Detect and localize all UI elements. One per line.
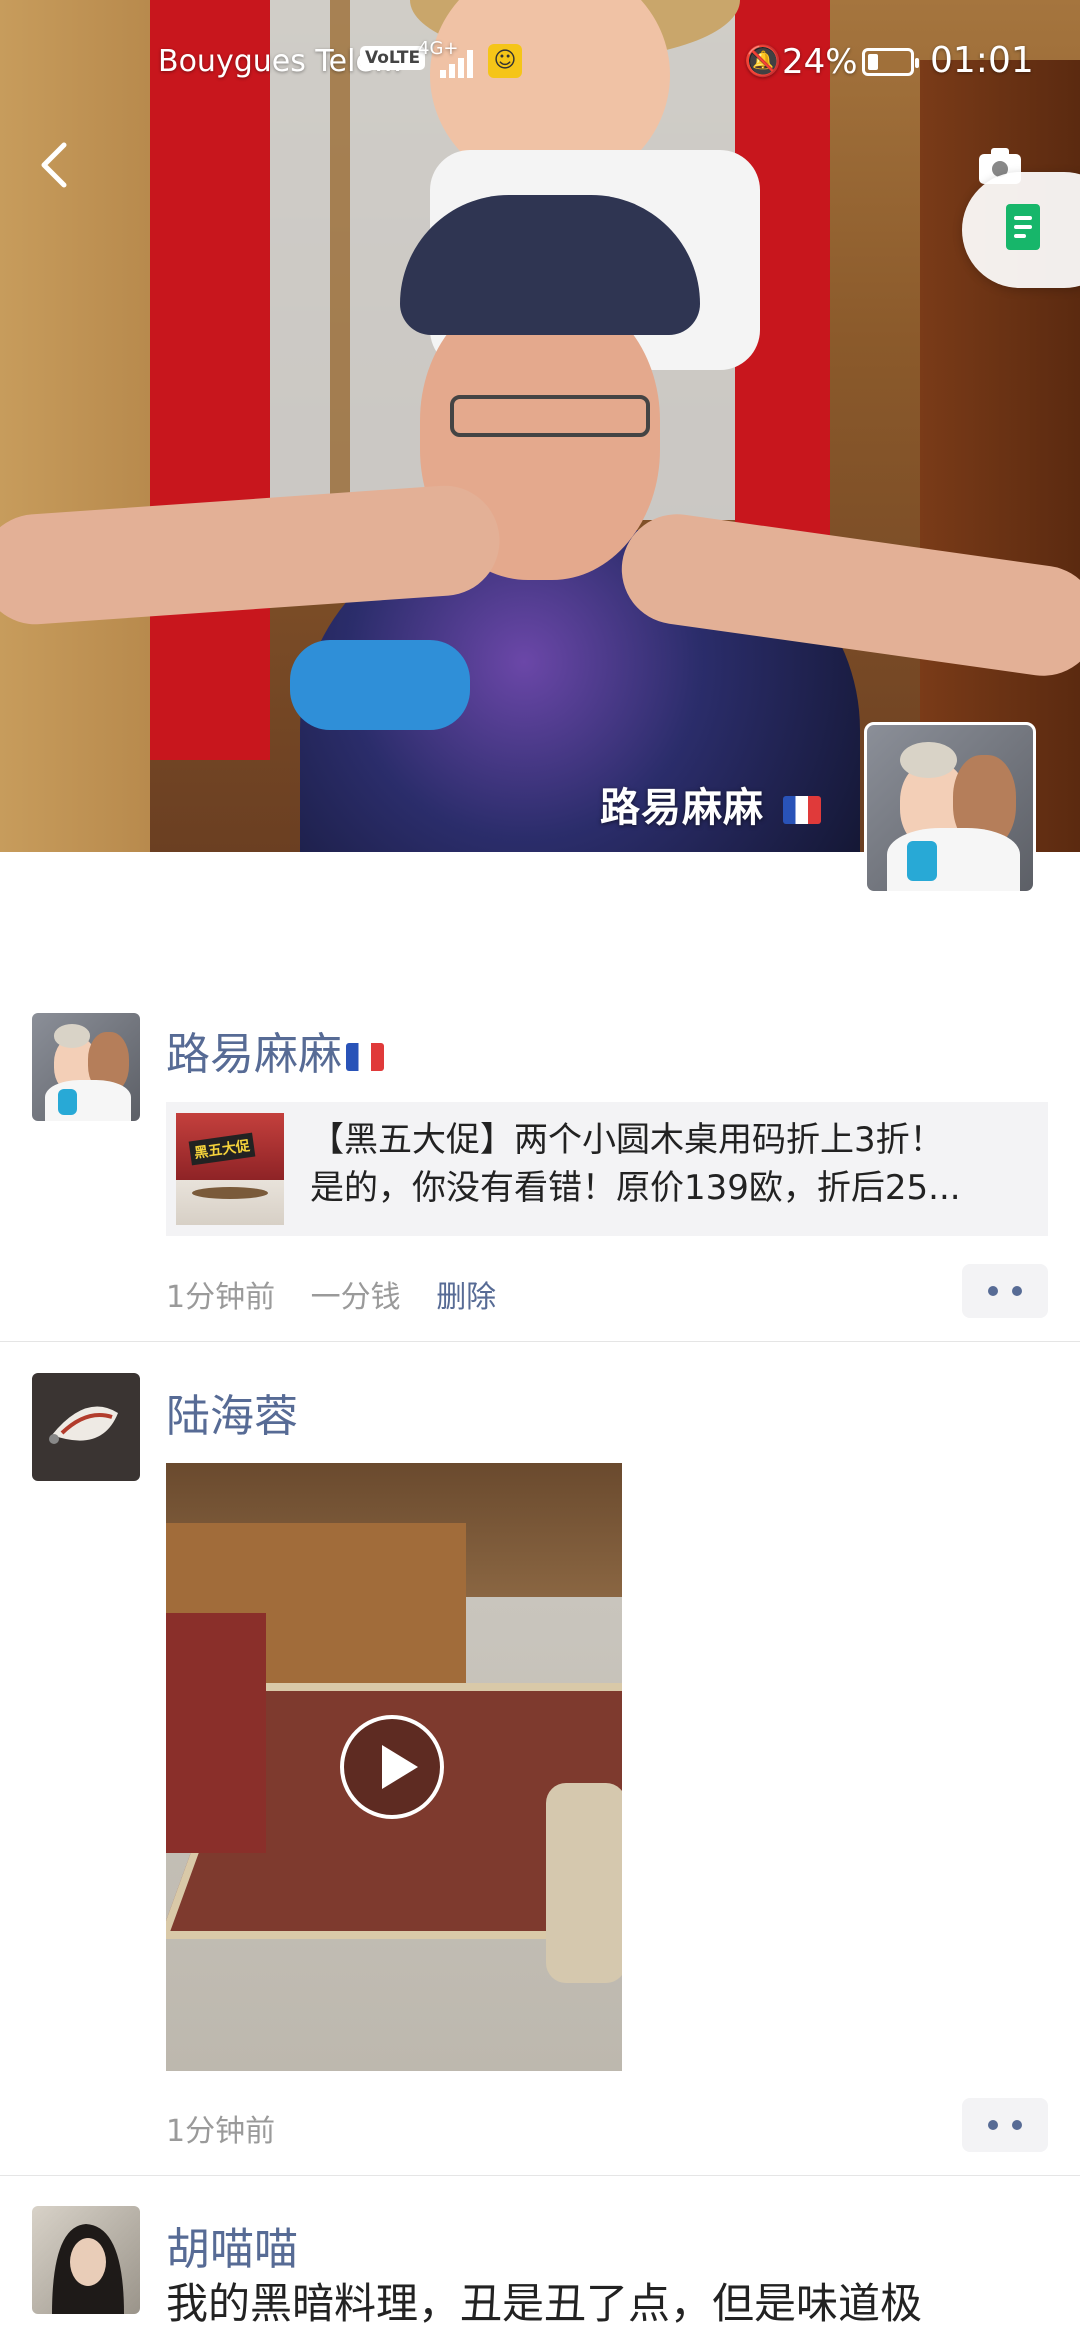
post-avatar[interactable] (32, 2206, 140, 2314)
cover-username-text: 路易麻麻 (600, 785, 764, 831)
app-notification-icon: ☺ (488, 44, 522, 78)
divider (0, 1341, 1080, 1342)
avatar-portrait-image (52, 2224, 124, 2314)
cover-man-glasses (450, 395, 650, 437)
video-chair (546, 1783, 622, 1983)
video-thumbnail[interactable] (166, 1463, 622, 2071)
post-source[interactable]: 一分钱 (311, 1280, 401, 1315)
profile-avatar[interactable] (864, 722, 1036, 894)
dot-icon (988, 1286, 998, 1296)
divider (0, 2175, 1080, 2176)
status-bar: Bouygues Tele... VoLTE 4G+ ☺ 🔕 24% 01:01 (0, 0, 1080, 124)
cover-wall (0, 0, 150, 852)
thumbnail-tag: 黑五大促 (188, 1132, 256, 1166)
document-icon (1006, 204, 1040, 250)
play-icon[interactable] (340, 1715, 444, 1819)
post-avatar[interactable] (32, 1013, 140, 1121)
back-button[interactable] (30, 135, 80, 195)
battery-icon (862, 48, 919, 76)
dot-icon (1012, 2120, 1022, 2130)
mute-bell-icon: 🔕 (744, 44, 782, 79)
post-nickname[interactable]: 路易麻麻 (166, 1018, 384, 1082)
signal-icon (440, 50, 474, 78)
link-card[interactable]: 黑五大促 【黑五大促】两个小圆木桌用码折上3折！ 是的，你没有看错！原价139欧… (166, 1102, 1048, 1236)
post-text: 我的黑暗料理，丑是丑了点，但是味道极 (166, 2279, 923, 2328)
floating-window-button[interactable] (962, 172, 1080, 288)
volte-icon: VoLTE (360, 46, 426, 70)
comment-more-button[interactable] (962, 2098, 1048, 2152)
avatar-baby-bow (53, 1023, 91, 1048)
france-flag-icon (782, 796, 821, 824)
post-time: 1分钟前 (166, 1280, 276, 1315)
chevron-left-icon (41, 142, 67, 188)
thumbnail-table (192, 1187, 268, 1199)
post-nickname[interactable]: 陆海蓉 (166, 1380, 298, 1444)
post-avatar[interactable] (32, 1373, 140, 1481)
dot-icon (988, 2120, 998, 2130)
video-table (166, 1613, 266, 1853)
delete-link[interactable]: 删除 (436, 1280, 496, 1315)
link-title: 【黑五大促】两个小圆木桌用码折上3折！ 是的，你没有看错！原价139欧，折后25… (310, 1116, 1030, 1212)
france-flag-icon (346, 1043, 384, 1071)
cover-man-cap (400, 195, 700, 335)
post-time: 1分钟前 (166, 2114, 276, 2149)
post-meta: 1分钟前 (166, 2106, 301, 2150)
post-meta: 1分钟前 一分钱 删除 (166, 1272, 522, 1316)
battery-percent: 24% (782, 42, 858, 82)
link-title-line2: 是的，你没有看错！原价139欧，折后25... (310, 1168, 961, 1208)
clock: 01:01 (930, 40, 1034, 81)
avatar-baby-bow (900, 741, 957, 779)
cover-child-shoe (290, 640, 470, 730)
avatar-bottle (906, 841, 937, 882)
comment-more-button[interactable] (962, 1264, 1048, 1318)
post-nickname-text: 路易麻麻 (166, 1029, 342, 1080)
dot-icon (1012, 1286, 1022, 1296)
link-thumbnail: 黑五大促 (176, 1113, 284, 1225)
post-nickname[interactable]: 胡喵喵 (166, 2213, 298, 2277)
link-title-line1: 【黑五大促】两个小圆木桌用码折上3折！ (310, 1120, 944, 1160)
avatar-bottle (57, 1088, 78, 1115)
cover-username: 路易麻麻 (600, 775, 830, 833)
avatar-fan-image (49, 1406, 118, 1444)
battery-fill (868, 54, 878, 70)
